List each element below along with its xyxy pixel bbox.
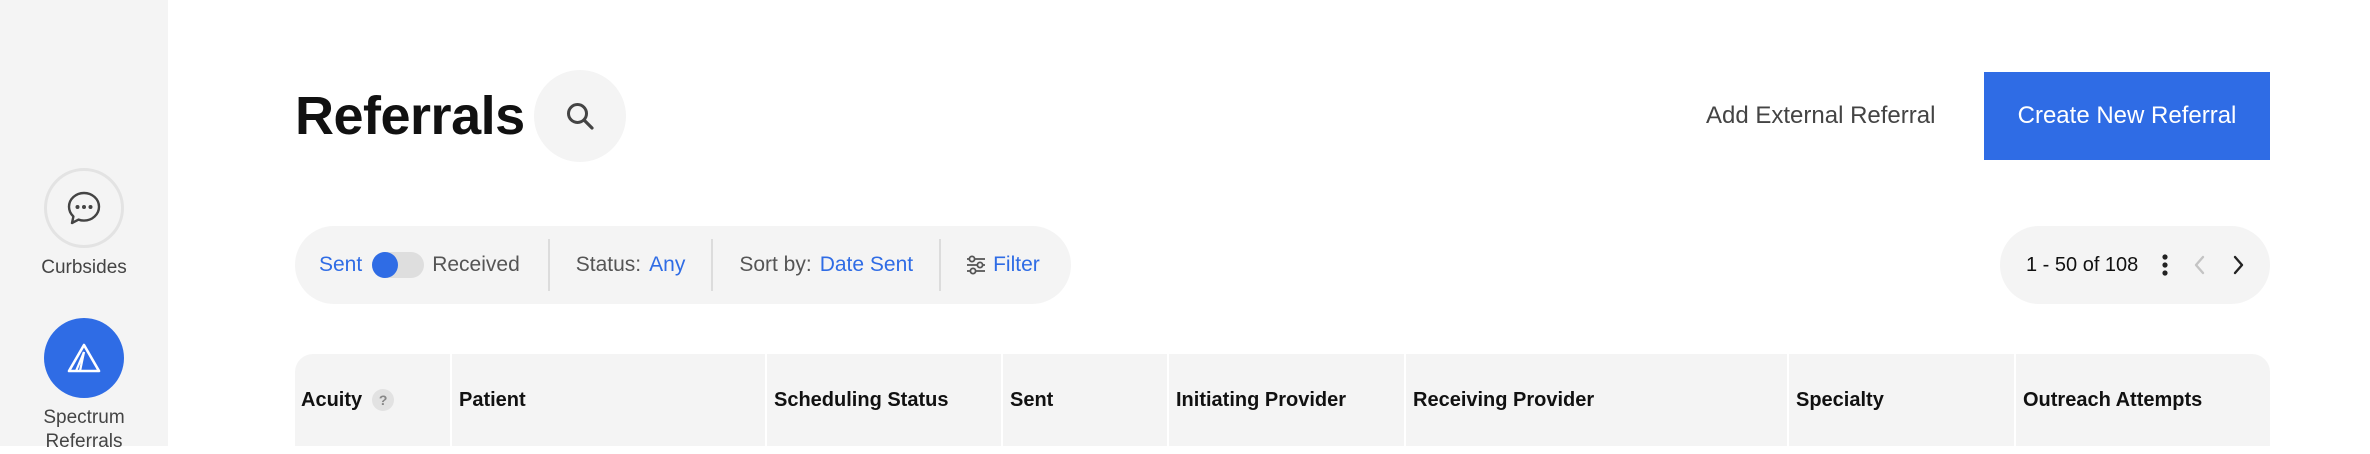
sidebar-item-spectrum-referrals[interactable]: Spectrum Referrals <box>0 318 168 454</box>
sort-value[interactable]: Date Sent <box>820 253 913 277</box>
add-external-referral-link[interactable]: Add External Referral <box>1706 100 1935 132</box>
column-divider <box>1167 354 1169 446</box>
column-divider <box>1001 354 1003 446</box>
column-header-outreach-attempts[interactable]: Outreach Attempts <box>2023 354 2202 446</box>
chevron-left-icon[interactable] <box>2192 253 2208 277</box>
search-button[interactable] <box>534 70 626 162</box>
main-content: Referrals Add External Referral Create N… <box>168 0 2370 446</box>
filter-label: Filter <box>993 253 1040 276</box>
column-header-initiating-provider[interactable]: Initiating Provider <box>1176 354 1346 446</box>
status-label: Status: <box>575 253 642 276</box>
sidebar-item-curbsides[interactable]: Curbsides <box>0 168 168 280</box>
column-header-sent[interactable]: Sent <box>1010 354 1053 446</box>
sent-received-toggle-group: Sent Received <box>319 226 548 304</box>
more-options-icon[interactable] <box>2160 251 2170 279</box>
sidebar-item-label: Curbsides <box>41 257 127 278</box>
status-value[interactable]: Any <box>649 253 685 277</box>
column-divider <box>450 354 452 446</box>
pagination-range: 1 - 50 of 108 <box>2026 253 2139 276</box>
column-header-patient[interactable]: Patient <box>459 354 526 446</box>
sent-label[interactable]: Sent <box>319 253 362 277</box>
curbsides-button[interactable] <box>44 168 124 248</box>
received-label[interactable]: Received <box>432 253 520 277</box>
help-icon[interactable]: ? <box>372 389 395 411</box>
status-filter[interactable]: Status: Any <box>550 226 712 304</box>
pagination: 1 - 50 of 108 <box>2000 226 2270 304</box>
column-header-receiving-provider[interactable]: Receiving Provider <box>1413 354 1594 446</box>
sliders-icon <box>967 255 986 275</box>
column-divider <box>1787 354 1789 446</box>
table-header: Acuity ? Patient Scheduling Status Sent … <box>295 354 2270 446</box>
sort-label: Sort by: <box>739 253 812 276</box>
left-sidebar: Curbsides Spectrum Referrals <box>0 0 168 452</box>
column-divider <box>2014 354 2016 446</box>
filter-button[interactable]: Filter <box>941 226 1056 304</box>
column-divider <box>765 354 767 446</box>
sent-received-toggle[interactable] <box>372 252 425 278</box>
filter-bar: Sent Received Status: Any Sort by: Date … <box>295 226 1071 304</box>
create-new-referral-button[interactable]: Create New Referral <box>1984 72 2270 160</box>
spectrum-referrals-button[interactable] <box>44 318 124 398</box>
chat-bubble-icon <box>67 191 101 225</box>
sort-control[interactable]: Sort by: Date Sent <box>713 226 939 304</box>
toggle-knob <box>372 252 399 278</box>
column-header-scheduling-status[interactable]: Scheduling Status <box>774 354 948 446</box>
search-icon <box>567 103 594 130</box>
column-header-specialty[interactable]: Specialty <box>1796 354 1884 446</box>
column-header-acuity[interactable]: Acuity ? <box>301 354 395 446</box>
column-divider <box>1404 354 1406 446</box>
chevron-right-icon[interactable] <box>2230 253 2246 277</box>
page-title: Referrals <box>295 86 525 146</box>
sidebar-item-label: Spectrum Referrals <box>43 407 125 452</box>
spectrum-logo-icon <box>67 343 101 373</box>
